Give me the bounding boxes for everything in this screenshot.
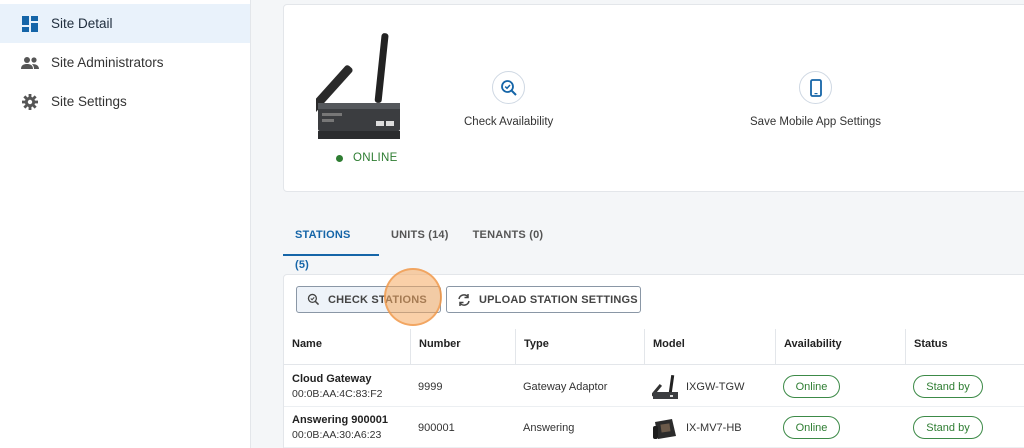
intercom-monitor-icon — [652, 414, 680, 442]
column-header-model[interactable]: Model — [644, 329, 775, 365]
station-number: 9999 — [418, 380, 443, 393]
search-check-icon — [492, 71, 526, 104]
tab-units[interactable]: UNITS (14) — [379, 220, 461, 256]
status-badge: Stand by — [913, 375, 983, 398]
station-name: Answering 900001 — [292, 414, 388, 426]
station-mac: 00:0B:AA:30:A6:23 — [292, 429, 382, 441]
device-status-label: ONLINE — [353, 152, 398, 164]
sidebar-item-site-administrators[interactable]: Site Administrators — [0, 43, 250, 82]
availability-badge: Online — [783, 375, 840, 398]
sidebar-item-label: Site Settings — [51, 94, 127, 109]
station-name-cell: Answering 900001 00:0B:AA:30:A6:23 — [284, 407, 410, 448]
station-type: Answering — [523, 421, 575, 434]
save-mobile-settings-button[interactable]: Save Mobile App Settings — [750, 71, 881, 128]
station-type: Gateway Adaptor — [523, 380, 608, 393]
column-header-name[interactable]: Name — [284, 329, 410, 365]
gear-icon — [21, 93, 39, 111]
table-header: Name Number Type Model Availability Stat… — [284, 329, 1024, 365]
station-status-cell: Stand by — [905, 366, 1024, 407]
stations-tabs: STATIONS (5) UNITS (14) TENANTS (0) — [283, 220, 556, 271]
stations-card: CHECK STATIONS UPLOAD STATION SETTINGS N… — [283, 268, 1024, 448]
station-model-cell: IXGW-TGW — [644, 366, 775, 407]
availability-badge: Online — [783, 416, 840, 439]
sidebar-item-label: Site Administrators — [51, 55, 164, 70]
check-availability-button[interactable]: Check Availability — [464, 71, 553, 128]
save-mobile-settings-label: Save Mobile App Settings — [750, 116, 882, 128]
station-mac: 00:0B:AA:4C:83:F2 — [292, 388, 383, 400]
column-header-number[interactable]: Number — [410, 329, 515, 365]
table-row[interactable]: Cloud Gateway 00:0B:AA:4C:83:F2 9999 Gat… — [284, 366, 1024, 407]
column-header-type[interactable]: Type — [515, 329, 644, 365]
tab-tenants[interactable]: TENANTS (0) — [461, 220, 556, 256]
check-availability-label: Check Availability — [464, 116, 554, 128]
gateway-device-image — [316, 33, 400, 139]
phone-icon — [799, 71, 833, 104]
sidebar-item-site-settings[interactable]: Site Settings — [0, 82, 250, 121]
column-header-status[interactable]: Status — [905, 329, 1024, 365]
station-model-cell: IX-MV7-HB — [644, 407, 775, 448]
table-row[interactable]: Answering 900001 00:0B:AA:30:A6:23 90000… — [284, 407, 1024, 448]
upload-station-settings-button[interactable]: UPLOAD STATION SETTINGS — [446, 286, 641, 313]
sidebar-item-label: Site Detail — [51, 16, 113, 31]
check-stations-button[interactable]: CHECK STATIONS — [296, 286, 441, 313]
dashboard-icon — [21, 15, 39, 33]
station-status-cell: Stand by — [905, 407, 1024, 448]
station-model: IX-MV7-HB — [686, 421, 742, 434]
upload-station-settings-label: UPLOAD STATION SETTINGS — [479, 293, 638, 306]
station-availability-cell: Online — [775, 407, 905, 448]
gateway-device-icon — [652, 373, 680, 401]
station-model: IXGW-TGW — [686, 380, 745, 393]
station-name: Cloud Gateway — [292, 373, 372, 385]
device-card: ONLINE Check Availability Save Mobile Ap… — [283, 4, 1024, 192]
check-stations-label: CHECK STATIONS — [328, 293, 427, 306]
online-dot-icon — [336, 154, 343, 162]
sidebar-item-site-detail[interactable]: Site Detail — [0, 4, 250, 43]
column-header-availability[interactable]: Availability — [775, 329, 905, 365]
search-check-icon — [307, 293, 320, 306]
sidebar: Site Detail Site Administrators Site Set… — [0, 0, 251, 448]
people-icon — [21, 54, 39, 72]
sync-icon — [457, 293, 471, 307]
station-number: 900001 — [418, 421, 455, 434]
status-badge: Stand by — [913, 416, 983, 439]
station-name-cell: Cloud Gateway 00:0B:AA:4C:83:F2 — [284, 366, 410, 407]
station-availability-cell: Online — [775, 366, 905, 407]
tab-stations[interactable]: STATIONS (5) — [283, 220, 379, 271]
device-status: ONLINE — [336, 152, 398, 164]
